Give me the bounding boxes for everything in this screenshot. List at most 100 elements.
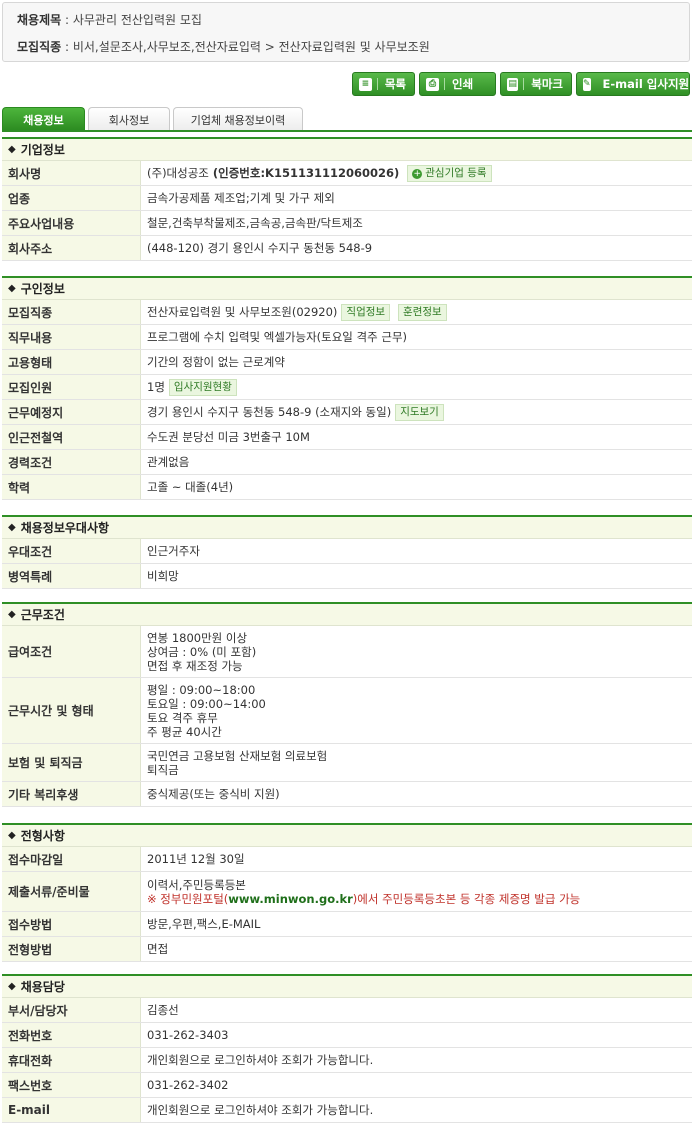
row-label: 기타 복리후생 [2,782,141,806]
section-heading: ◆ 채용정보우대사항 [2,515,692,539]
bookmark-button[interactable]: ▤ 북마크 [500,72,572,96]
education-value: 고졸 ~ 대졸(4년) [147,480,234,494]
info-row: 전형방법 면접 [2,937,692,962]
diamond-icon: ◆ [8,830,16,841]
conditions-section: ◆ 근무조건 급여조건 연봉 1800만원 이상 상여금 : 0% (미 포함) … [2,602,692,807]
info-row: 근무예정지 경기 용인시 수지구 동천동 548-9 (소재지와 동일) 지도보… [2,400,692,425]
tab-company-info[interactable]: 회사정보 [88,107,170,131]
phone-value: 031-262-3403 [147,1028,229,1042]
row-label: 전화번호 [2,1023,141,1047]
row-label: 모집직종 [2,300,141,324]
info-row: 급여조건 연봉 1800만원 이상 상여금 : 0% (미 포함) 면접 후 재… [2,626,692,678]
location-value: 경기 용인시 수지구 동천동 548-9 (소재지와 동일) [147,405,392,419]
info-row: 접수마감일 2011년 12월 30일 [2,847,692,872]
process-value: 면접 [147,942,169,956]
salary-value: 연봉 1800만원 이상 상여금 : 0% (미 포함) 면접 후 재조정 가능 [147,630,257,673]
row-label: 주요사업내용 [2,211,141,235]
business-value: 철문,건축부착물제조,금속공,금속판/닥트제조 [147,216,363,230]
info-row: 제출서류/준비물 이력서,주민등록등본 ※ 정부민원포털(www.minwon.… [2,872,692,912]
info-row: 업종 금속가공제품 제조업;기계 및 가구 제외 [2,186,692,211]
info-row: 부서/담당자 김종선 [2,998,692,1023]
subway-value: 수도권 분당선 미금 3번출구 10M [147,430,310,444]
job-category-label: 모집직종 [17,40,62,54]
job-title-row: 채용제목 : 사무관리 전산입력원 모집 [17,13,202,27]
diamond-icon: ◆ [8,981,16,992]
recruit-section: ◆ 구인정보 모집직종 전산자료입력원 및 사무보조원(02920) 직업정보 훈… [2,276,692,500]
certification-number: (인증번호:K151131112060026) [212,166,400,180]
plus-icon: + [412,168,423,179]
info-row: 인근전철역 수도권 분당선 미금 3번출구 10M [2,425,692,450]
address-value: (448-120) 경기 용인시 수지구 동천동 548-9 [147,241,373,255]
job-category-value: 비서,설문조사,사무보조,전산자료입력 > 전산자료입력원 및 사무보조원 [72,40,430,54]
insurance-value: 국민연금 고용보험 산재보험 의료보험 퇴직금 [147,748,328,777]
row-label: 근무예정지 [2,400,141,424]
section-heading: ◆ 전형사항 [2,823,692,847]
row-label: 직무내용 [2,325,141,349]
method-value: 방문,우편,팩스,E-MAIL [147,917,261,931]
info-row: 휴대전화 개인회원으로 로그인하셔야 조회가 가능합니다. [2,1048,692,1073]
tab-job-info[interactable]: 채용정보 [2,107,85,131]
email-value: 개인회원으로 로그인하셔야 조회가 가능합니다. [147,1103,374,1117]
fax-value: 031-262-3402 [147,1078,229,1092]
person-value: 김종선 [147,1003,179,1017]
email-apply-button[interactable]: ✎ E-mail 입사지원 [576,72,690,96]
section-heading: ◆ 구인정보 [2,276,692,300]
diamond-icon: ◆ [8,609,16,620]
row-label: 회사주소 [2,236,141,260]
career-value: 관계없음 [147,455,190,469]
print-button[interactable]: ⎙ 인쇄 [419,72,496,96]
preference-value: 인근거주자 [147,544,200,558]
info-row: 학력 고졸 ~ 대졸(4년) [2,475,692,500]
info-row: 보험 및 퇴직금 국민연금 고용보험 산재보험 의료보험 퇴직금 [2,744,692,782]
company-section: ◆ 기업정보 회사명 (주)대성공조 (인증번호:K151131112060026… [2,137,692,261]
job-category-row: 모집직종 : 비서,설문조사,사무보조,전산자료입력 > 전산자료입력원 및 사… [17,40,430,54]
tab-underline [2,130,692,132]
row-label: 우대조건 [2,539,141,563]
count-value: 1명 [147,380,165,394]
row-label: 병역특례 [2,564,141,588]
info-row: E-mail 개인회원으로 로그인하셔야 조회가 가능합니다. [2,1098,692,1123]
map-view-button[interactable]: 지도보기 [395,403,444,421]
contact-section: ◆ 채용담당 부서/담당자 김종선 전화번호 031-262-3403 휴대전화 … [2,974,692,1123]
info-row: 팩스번호 031-262-3402 [2,1073,692,1098]
print-icon: ⎙ [426,77,439,91]
list-button[interactable]: ≡ 목록 [352,72,415,96]
row-label: 학력 [2,475,141,499]
row-label: 휴대전화 [2,1048,141,1072]
minwon-link[interactable]: www.minwon.go.kr [228,892,353,906]
section-heading: ◆ 근무조건 [2,602,692,626]
row-label: 인근전철역 [2,425,141,449]
job-title-label: 채용제목 [17,13,62,27]
row-label: 경력조건 [2,450,141,474]
mobile-value: 개인회원으로 로그인하셔야 조회가 가능합니다. [147,1053,374,1067]
job-header: 채용제목 : 사무관리 전산입력원 모집 모집직종 : 비서,설문조사,사무보조… [2,2,690,62]
row-label: 고용형태 [2,350,141,374]
row-label: 급여조건 [2,626,141,677]
diamond-icon: ◆ [8,144,16,155]
deadline-value: 2011년 12월 30일 [147,852,245,866]
job-title-value: 사무관리 전산입력원 모집 [72,13,202,27]
training-info-button[interactable]: 훈련정보 [398,303,447,321]
diamond-icon: ◆ [8,283,16,294]
tab-hiring-history[interactable]: 기업체 채용정보이력 [173,107,303,131]
row-label: E-mail [2,1098,141,1122]
row-label: 전형방법 [2,937,141,961]
apply-status-button[interactable]: 입사지원현황 [168,378,237,396]
info-row: 접수방법 방문,우편,팩스,E-MAIL [2,912,692,937]
bookmark-icon: ▤ [507,77,519,91]
tab-bar: 채용정보 회사정보 기업체 채용정보이력 [2,107,303,131]
favorite-company-button[interactable]: + 관심기업 등록 [407,164,492,182]
selection-section: ◆ 전형사항 접수마감일 2011년 12월 30일 제출서류/준비물 이력서,주… [2,823,692,962]
preference-section: ◆ 채용정보우대사항 우대조건 인근거주자 병역특례 비희망 [2,515,692,589]
hours-value: 평일 : 09:00~18:00 토요일 : 09:00~14:00 토요 격주… [147,682,266,739]
info-row: 모집인원 1명 입사지원현황 [2,375,692,400]
industry-value: 금속가공제품 제조업;기계 및 가구 제외 [147,191,335,205]
info-row: 전화번호 031-262-3403 [2,1023,692,1048]
info-row: 우대조건 인근거주자 [2,539,692,564]
job-info-button[interactable]: 직업정보 [341,303,391,321]
row-label: 보험 및 퇴직금 [2,744,141,781]
info-row: 직무내용 프로그램에 수치 입력및 엑셀가능자(토요일 격주 근무) [2,325,692,350]
list-icon: ≡ [359,77,372,91]
row-label: 회사명 [2,161,141,185]
company-name: (주)대성공조 [147,166,209,180]
